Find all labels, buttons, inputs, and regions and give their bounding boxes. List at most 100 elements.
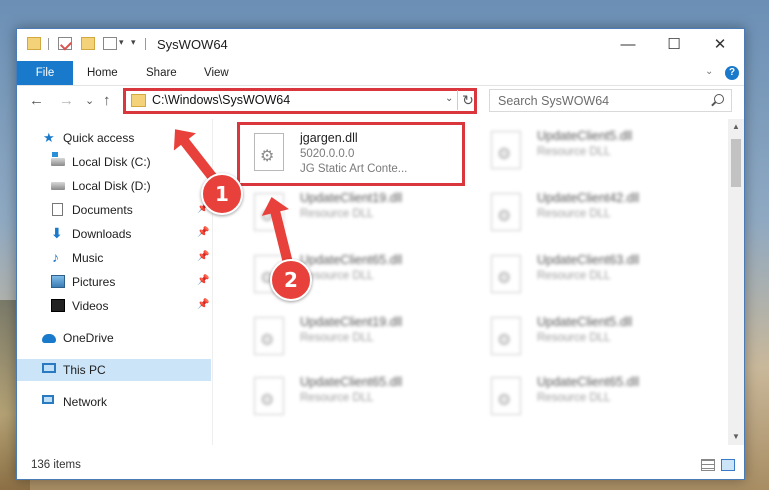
minimize-button[interactable]: — (605, 29, 651, 61)
file-description: JG Static Art Conte... (300, 163, 408, 175)
drive-icon (51, 182, 65, 190)
file-name: UpdateClient5.dll (537, 315, 633, 329)
downloads-icon: ⬇ (51, 225, 63, 241)
dll-file-icon (491, 317, 521, 355)
file-name: UpdateClient65.dll (300, 253, 403, 267)
up-button[interactable]: ↑ (103, 92, 111, 109)
scroll-down-icon[interactable]: ▼ (728, 429, 744, 445)
file-version: 5020.0.0.0 (300, 148, 355, 160)
file-item[interactable]: UpdateClient65.dll Resource DLL (240, 369, 470, 425)
sidebar-item-local-disk-c[interactable]: Local Disk (C:) (17, 151, 211, 173)
sidebar-item-onedrive[interactable]: OneDrive (17, 327, 211, 349)
tab-file[interactable]: File (17, 61, 73, 85)
sidebar-item-videos[interactable]: Videos 📌 (17, 295, 211, 317)
pin-icon[interactable]: 📌 (197, 227, 209, 238)
sidebar-item-documents[interactable]: Documents 📌 (17, 199, 211, 221)
file-item[interactable]: UpdateClient65.dll Resource DLL (477, 369, 707, 425)
network-icon (42, 395, 54, 404)
file-name: UpdateClient5.dll (537, 129, 633, 143)
divider (48, 38, 49, 50)
onedrive-icon (42, 334, 56, 343)
expand-ribbon-icon[interactable]: ⌄ (705, 66, 713, 77)
sidebar-item-local-disk-d[interactable]: Local Disk (D:) (17, 175, 211, 197)
annotation-badge-2: 2 (270, 259, 312, 301)
help-icon[interactable]: ? (725, 66, 739, 80)
file-item[interactable]: UpdateClient63.dll Resource DLL (477, 247, 707, 303)
file-name: UpdateClient42.dll (537, 191, 640, 205)
tab-view[interactable]: View (204, 61, 229, 85)
customize-icon[interactable] (103, 37, 117, 50)
navigation-pane: ★ Quick access Local Disk (C:) Local Dis… (17, 119, 211, 445)
sidebar-item-label: Local Disk (C:) (72, 155, 151, 169)
item-count: 136 items (31, 459, 81, 471)
new-folder-icon[interactable] (81, 37, 95, 50)
tab-home[interactable]: Home (87, 61, 118, 85)
sidebar-item-music[interactable]: ♪ Music 📌 (17, 247, 211, 269)
sidebar-item-label: Videos (72, 299, 109, 313)
annotation-badge-1: 1 (201, 173, 243, 215)
sidebar-item-pictures[interactable]: Pictures 📌 (17, 271, 211, 293)
pin-icon[interactable]: 📌 (197, 275, 209, 286)
status-bar: 136 items (17, 453, 744, 479)
file-item[interactable]: UpdateClient42.dll Resource DLL (477, 185, 707, 241)
recent-locations-button[interactable]: ⌄ (85, 94, 94, 107)
file-description: Resource DLL (537, 332, 611, 344)
pin-icon[interactable]: 📌 (197, 251, 209, 262)
dll-file-icon (491, 377, 521, 415)
scrollbar-thumb[interactable] (731, 139, 741, 187)
chevron-down-icon[interactable]: ▾ (119, 37, 124, 48)
search-placeholder: Search SysWOW64 (498, 94, 610, 108)
sidebar-item-label: Documents (72, 203, 133, 217)
pc-icon (42, 363, 56, 373)
close-button[interactable]: ✕ (697, 29, 743, 61)
file-description: Resource DLL (300, 208, 374, 220)
pin-icon[interactable]: 📌 (197, 299, 209, 310)
properties-icon[interactable] (58, 37, 72, 50)
file-description: Resource DLL (537, 208, 611, 220)
window-title: SysWOW64 (157, 37, 228, 52)
title-bar: ▾ ▾ SysWOW64 — ☐ ✕ (17, 29, 744, 61)
tab-share[interactable]: Share (146, 61, 177, 85)
file-description: Resource DLL (537, 392, 611, 404)
search-icon[interactable] (714, 94, 724, 104)
details-view-icon[interactable] (701, 459, 715, 471)
file-item[interactable]: UpdateClient19.dll Resource DLL (240, 309, 470, 365)
videos-icon (51, 299, 65, 312)
file-name: UpdateClient65.dll (537, 375, 640, 389)
dll-file-icon (254, 317, 284, 355)
dll-file-icon (491, 131, 521, 169)
back-button[interactable]: ← (29, 92, 44, 109)
search-input[interactable]: Search SysWOW64 (489, 89, 732, 112)
refresh-button[interactable]: ↻ (457, 90, 478, 110)
file-name: UpdateClient19.dll (300, 315, 403, 329)
sidebar-item-downloads[interactable]: ⬇ Downloads 📌 (17, 223, 211, 245)
documents-icon (52, 203, 63, 216)
maximize-button[interactable]: ☐ (651, 29, 697, 61)
file-name: UpdateClient19.dll (300, 191, 403, 205)
file-name: jgargen.dll (300, 131, 358, 145)
large-icons-view-icon[interactable] (721, 459, 735, 471)
quick-access-toolbar-dropdown-icon[interactable]: ▾ (131, 37, 136, 48)
sidebar-item-network[interactable]: Network (17, 391, 211, 413)
sidebar-item-this-pc[interactable]: This PC (17, 359, 211, 381)
file-item[interactable]: UpdateClient5.dll Resource DLL (477, 123, 707, 179)
music-icon: ♪ (52, 249, 59, 265)
drive-c-icon (51, 152, 65, 166)
sidebar-item-label: OneDrive (63, 331, 114, 345)
sidebar-item-label: Network (63, 395, 108, 409)
vertical-scrollbar[interactable]: ▲ ▼ (728, 119, 744, 445)
sidebar-item-label: Local Disk (D:) (72, 179, 151, 193)
chevron-down-icon[interactable]: ⌄ (445, 93, 453, 104)
file-item[interactable]: UpdateClient5.dll Resource DLL (477, 309, 707, 365)
forward-button[interactable]: → (59, 92, 74, 109)
scroll-up-icon[interactable]: ▲ (728, 119, 744, 135)
address-path[interactable]: C:\Windows\SysWOW64 (152, 93, 290, 107)
file-item-jgargen[interactable]: jgargen.dll 5020.0.0.0 JG Static Art Con… (237, 122, 465, 186)
navigation-bar: ← → ⌄ ↑ C:\Windows\SysWOW64 ⌄ ↻ Search S… (17, 86, 744, 118)
pictures-icon (51, 275, 65, 288)
star-icon: ★ (43, 130, 55, 145)
address-bar[interactable]: C:\Windows\SysWOW64 ⌄ ↻ (123, 88, 477, 114)
sidebar-item-label: Music (72, 251, 104, 265)
sidebar-item-label: Downloads (72, 227, 132, 241)
file-description: Resource DLL (537, 270, 611, 282)
